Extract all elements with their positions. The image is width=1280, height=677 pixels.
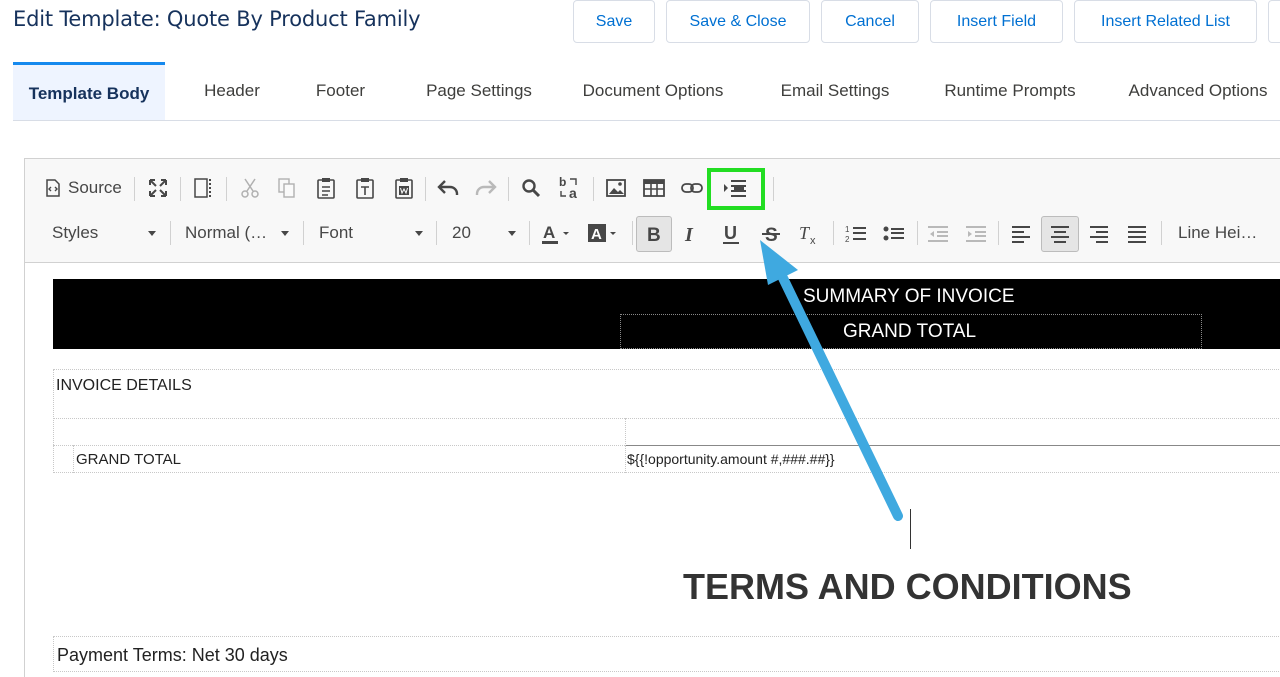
template-editor-page: Edit Template: Quote By Product Family S…: [0, 0, 1280, 677]
annotation-arrow: [760, 240, 903, 521]
